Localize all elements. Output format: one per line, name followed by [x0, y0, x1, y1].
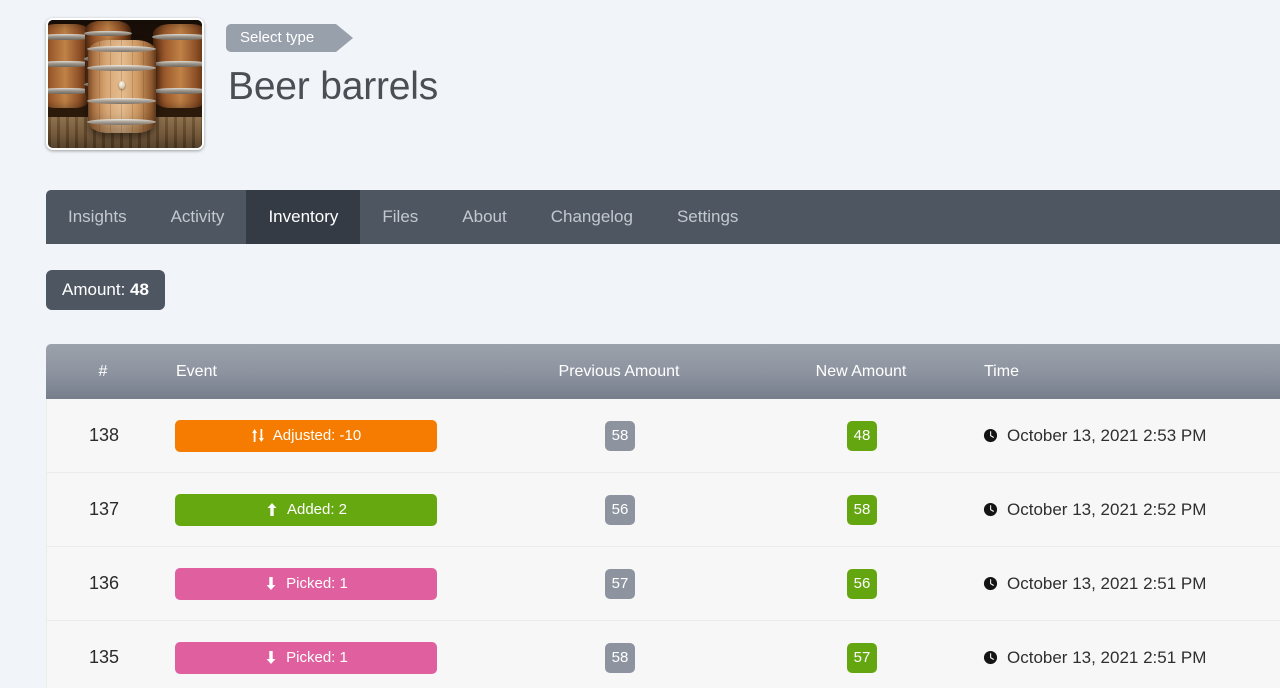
table-row[interactable]: 135 Picked: 1 58 57 October 13, 2021 2:51 PM [46, 621, 1280, 688]
event-badge-adjusted[interactable]: Adjusted: -10 [175, 419, 437, 452]
arrow-down-icon [264, 576, 278, 591]
arrow-down-icon [264, 650, 278, 665]
table-header-row: # Event Previous Amount New Amount Time [46, 344, 1280, 399]
column-header-time[interactable]: Time [974, 363, 1280, 381]
timestamp: October 13, 2021 2:53 PM [1007, 425, 1207, 445]
inventory-table: # Event Previous Amount New Amount Time … [46, 344, 1280, 688]
previous-amount-badge: 56 [604, 494, 636, 525]
event-label: Picked: 1 [286, 649, 348, 666]
tab-inventory[interactable]: Inventory [246, 190, 361, 244]
tab-label: Insights [68, 207, 127, 226]
new-amount-badge: 48 [846, 420, 878, 451]
new-amount-badge: 56 [846, 568, 878, 599]
column-header-new[interactable]: New Amount [748, 363, 974, 381]
tab-label: Settings [676, 207, 739, 226]
row-number: 137 [88, 499, 120, 519]
tab-bar: Insights Activity Inventory Files About Chang… [46, 190, 1280, 244]
new-amount-badge: 57 [846, 642, 878, 673]
event-label: Picked: 1 [286, 575, 348, 592]
table-row[interactable]: 137 Added: 2 56 58 October 13, 2021 2:52 PM [46, 473, 1280, 547]
event-badge-added[interactable]: Added: 2 [175, 493, 437, 526]
timestamp: October 13, 2021 2:51 PM [1007, 647, 1207, 667]
timestamp: October 13, 2021 2:52 PM [1007, 499, 1207, 519]
event-label: Adjusted: -10 [272, 427, 362, 444]
page-title: Beer barrels [228, 65, 439, 109]
amount-badge: Amount: 48 [46, 270, 165, 310]
event-label: Added: 2 [286, 501, 348, 518]
adjust-arrows-icon [251, 428, 265, 443]
tab-settings[interactable]: Settings [655, 190, 760, 244]
column-header-number[interactable]: # [46, 363, 160, 381]
clock-icon [983, 650, 998, 665]
tab-label: Activity [170, 207, 225, 226]
event-badge-picked[interactable]: Picked: 1 [175, 567, 437, 600]
arrow-up-icon [265, 502, 279, 517]
row-number: 138 [88, 425, 120, 445]
page-header: Select type Beer barrels [0, 0, 1280, 150]
new-amount-badge: 58 [846, 494, 878, 525]
table-body: 138 Adjusted: -10 58 48 October 13, 2021 2:5… [46, 399, 1280, 688]
tab-activity[interactable]: Activity [149, 190, 247, 244]
table-row[interactable]: 136 Picked: 1 57 56 October 13, 2021 2:51 PM [46, 547, 1280, 621]
previous-amount-badge: 58 [604, 420, 636, 451]
column-header-previous[interactable]: Previous Amount [490, 363, 748, 381]
clock-icon [983, 576, 998, 591]
amount-value: 48 [130, 280, 149, 299]
timestamp: October 13, 2021 2:51 PM [1007, 573, 1207, 593]
row-number: 135 [88, 647, 120, 667]
previous-amount-badge: 57 [604, 568, 636, 599]
select-type-badge[interactable]: Select type [226, 24, 354, 53]
tab-insights[interactable]: Insights [46, 190, 149, 244]
row-number: 136 [88, 573, 120, 593]
event-badge-picked[interactable]: Picked: 1 [175, 641, 437, 674]
column-header-event[interactable]: Event [160, 363, 490, 381]
clock-icon [983, 502, 998, 517]
tab-label: Inventory [268, 207, 339, 226]
tab-about[interactable]: About [440, 190, 528, 244]
tab-label: Files [382, 207, 419, 226]
tab-label: Changelog [550, 207, 633, 226]
beer-barrels-photo [48, 20, 202, 148]
previous-amount-badge: 58 [604, 642, 636, 673]
table-row[interactable]: 138 Adjusted: -10 58 48 October 13, 2021 2:5… [46, 399, 1280, 473]
inventory-page: Select type Beer barrels Insights Activit… [0, 0, 1280, 688]
amount-label: Amount: [62, 280, 131, 299]
header-text-block: Select type Beer barrels [204, 18, 438, 109]
tab-changelog[interactable]: Changelog [529, 190, 655, 244]
tab-files[interactable]: Files [360, 190, 440, 244]
tab-label: About [462, 207, 507, 226]
item-thumbnail[interactable] [46, 18, 204, 150]
clock-icon [983, 428, 998, 443]
